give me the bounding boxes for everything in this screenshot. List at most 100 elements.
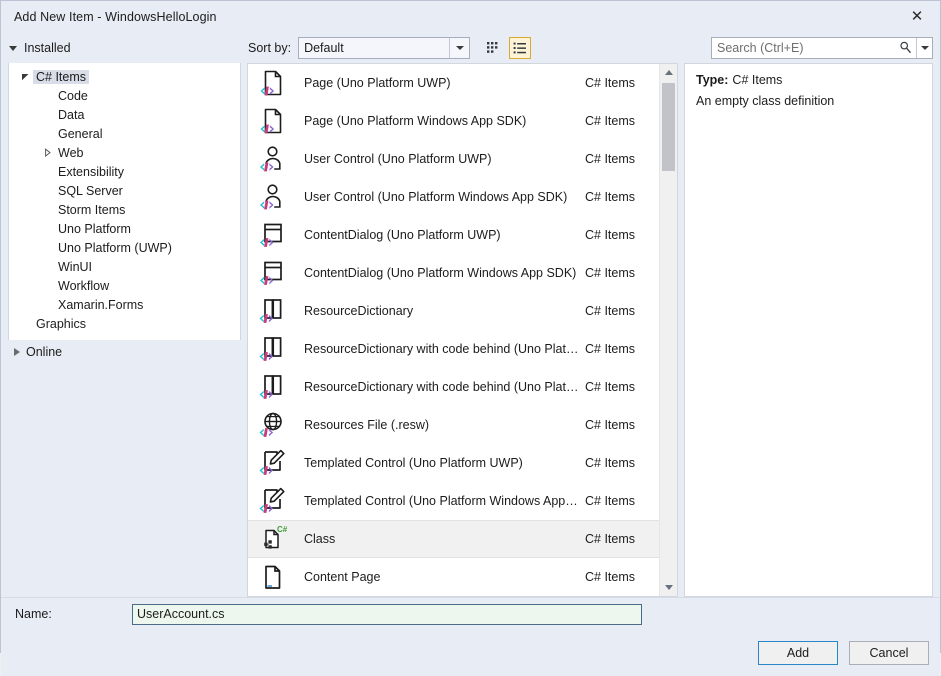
close-button[interactable]: ✕ xyxy=(894,1,940,32)
detail-pane: Type: C# Items An empty class definition xyxy=(684,63,933,597)
chevron-down-icon xyxy=(9,46,17,51)
template-list-item[interactable]: Page (Uno Platform UWP)C# Items xyxy=(248,64,659,102)
template-item-category: C# Items xyxy=(585,190,659,204)
chevron-right-icon[interactable] xyxy=(39,148,55,157)
installed-header[interactable]: Installed xyxy=(1,41,241,55)
detail-type-value: C# Items xyxy=(732,73,782,87)
template-item-category: C# Items xyxy=(585,418,659,432)
scroll-up-button[interactable] xyxy=(660,64,677,81)
installed-label: Installed xyxy=(24,41,71,55)
template-list-item[interactable]: ResourceDictionary with code behind (Uno… xyxy=(248,330,659,368)
csharp-class-icon: C# xyxy=(256,524,290,554)
add-button[interactable]: Add xyxy=(758,641,838,665)
template-list-item[interactable]: ResourceDictionary with code behind (Uno… xyxy=(248,368,659,406)
tree-node-c-items[interactable]: C# Items xyxy=(9,67,240,86)
template-item-name: Page (Uno Platform Windows App SDK) xyxy=(304,114,585,128)
search-icon xyxy=(899,41,912,54)
tree-node-label: Data xyxy=(55,108,87,122)
tree-node-online[interactable]: Online xyxy=(8,341,241,363)
tree-node-winui[interactable]: WinUI xyxy=(9,257,240,276)
template-item-category: C# Items xyxy=(585,342,659,356)
xaml-contentdialog-icon xyxy=(256,258,290,288)
template-item-category: C# Items xyxy=(585,304,659,318)
scrollbar-track[interactable] xyxy=(660,81,677,579)
tree-node-online-label: Online xyxy=(26,345,62,359)
xaml-templatedcontrol-icon xyxy=(256,486,290,516)
template-list-item[interactable]: Resources File (.resw)C# Items xyxy=(248,406,659,444)
template-list-item[interactable]: Templated Control (Uno Platform UWP)C# I… xyxy=(248,444,659,482)
template-list-item[interactable]: C#ClassC# Items xyxy=(248,520,659,558)
title-bar: Add New Item - WindowsHelloLogin ✕ xyxy=(1,1,940,32)
template-item-name: ContentDialog (Uno Platform Windows App … xyxy=(304,266,585,280)
tree-node-xamarin-forms[interactable]: Xamarin.Forms xyxy=(9,295,240,314)
template-list-item[interactable]: Templated Control (Uno Platform Windows … xyxy=(248,482,659,520)
tree-node-uno-platform[interactable]: Uno Platform xyxy=(9,219,240,238)
template-item-name: ResourceDictionary xyxy=(304,304,585,318)
tree-node-extensibility[interactable]: Extensibility xyxy=(9,162,240,181)
name-row: Name: xyxy=(1,597,940,630)
template-item-name: Resources File (.resw) xyxy=(304,418,585,432)
template-list-item[interactable]: ResourceDictionaryC# Items xyxy=(248,292,659,330)
chevron-down-icon xyxy=(456,46,464,50)
view-grid-button[interactable] xyxy=(482,37,504,59)
tree-node-web[interactable]: Web xyxy=(9,143,240,162)
tree-node-workflow[interactable]: Workflow xyxy=(9,276,240,295)
template-item-name: ResourceDictionary with code behind (Uno… xyxy=(304,342,585,356)
dialog-buttons: Add Cancel xyxy=(1,630,940,676)
detail-type-label: Type: xyxy=(696,73,728,87)
xaml-templatedcontrol-icon xyxy=(256,448,290,478)
template-item-category: C# Items xyxy=(585,380,659,394)
chevron-down-icon[interactable] xyxy=(17,72,33,81)
template-list-item[interactable]: User Control (Uno Platform Windows App S… xyxy=(248,178,659,216)
tree-node-data[interactable]: Data xyxy=(9,105,240,124)
search-box[interactable] xyxy=(711,37,933,59)
chevron-down-icon xyxy=(921,46,929,50)
template-item-category: C# Items xyxy=(585,456,659,470)
search-group xyxy=(711,37,933,59)
tree-node-uno-platform-uwp[interactable]: Uno Platform (UWP) xyxy=(9,238,240,257)
xaml-page-icon xyxy=(256,68,290,98)
search-input[interactable] xyxy=(717,41,902,55)
tree-node-code[interactable]: Code xyxy=(9,86,240,105)
sort-by-dropdown[interactable]: Default xyxy=(298,37,470,59)
template-list-item[interactable]: Page (Uno Platform Windows App SDK)C# It… xyxy=(248,102,659,140)
tree-node-label: Uno Platform (UWP) xyxy=(55,241,175,255)
template-item-category: C# Items xyxy=(585,114,659,128)
template-list-item[interactable]: User Control (Uno Platform UWP)C# Items xyxy=(248,140,659,178)
name-input[interactable] xyxy=(132,604,642,625)
xaml-resources-globe-icon xyxy=(256,410,290,440)
tree-node-label: General xyxy=(55,127,105,141)
tree-node-general[interactable]: General xyxy=(9,124,240,143)
tree-node-sql-server[interactable]: SQL Server xyxy=(9,181,240,200)
template-item-name: User Control (Uno Platform UWP) xyxy=(304,152,585,166)
cancel-button[interactable]: Cancel xyxy=(849,641,929,665)
xaml-usercontrol-icon xyxy=(256,182,290,212)
tree-node-graphics[interactable]: Graphics xyxy=(9,314,240,333)
svg-text:C#: C# xyxy=(277,525,288,534)
scrollbar-thumb[interactable] xyxy=(662,83,675,171)
template-list-item[interactable]: ContentDialog (Uno Platform Windows App … xyxy=(248,254,659,292)
template-list-item[interactable]: Content PageC# Items xyxy=(248,558,659,596)
xaml-usercontrol-icon xyxy=(256,144,290,174)
detail-type-row: Type: C# Items xyxy=(696,73,921,87)
search-button[interactable] xyxy=(896,38,915,58)
template-item-name: Templated Control (Uno Platform UWP) xyxy=(304,456,585,470)
dialog-toolbar: Installed Sort by: Default xyxy=(1,32,940,63)
search-dropdown-button[interactable] xyxy=(916,38,932,58)
tree-node-label: Uno Platform xyxy=(55,222,134,236)
template-item-name: Templated Control (Uno Platform Windows … xyxy=(304,494,585,508)
sort-by-label: Sort by: xyxy=(248,41,291,55)
dialog-body: C# ItemsCodeDataGeneralWebExtensibilityS… xyxy=(1,63,940,597)
scroll-down-button[interactable] xyxy=(660,579,677,596)
tree-node-label: Web xyxy=(55,146,86,160)
xaml-resourcedictionary-icon xyxy=(256,296,290,326)
triangle-up-icon xyxy=(665,70,673,75)
template-item-name: Class xyxy=(304,532,585,546)
tree-node-storm-items[interactable]: Storm Items xyxy=(9,200,240,219)
add-new-item-dialog: Add New Item - WindowsHelloLogin ✕ Insta… xyxy=(0,0,941,653)
detail-description: An empty class definition xyxy=(696,94,921,108)
view-list-button[interactable] xyxy=(509,37,531,59)
template-list-item[interactable]: ContentDialog (Uno Platform UWP)C# Items xyxy=(248,216,659,254)
xaml-page-icon xyxy=(256,106,290,136)
template-list-scrollbar[interactable] xyxy=(659,64,677,596)
